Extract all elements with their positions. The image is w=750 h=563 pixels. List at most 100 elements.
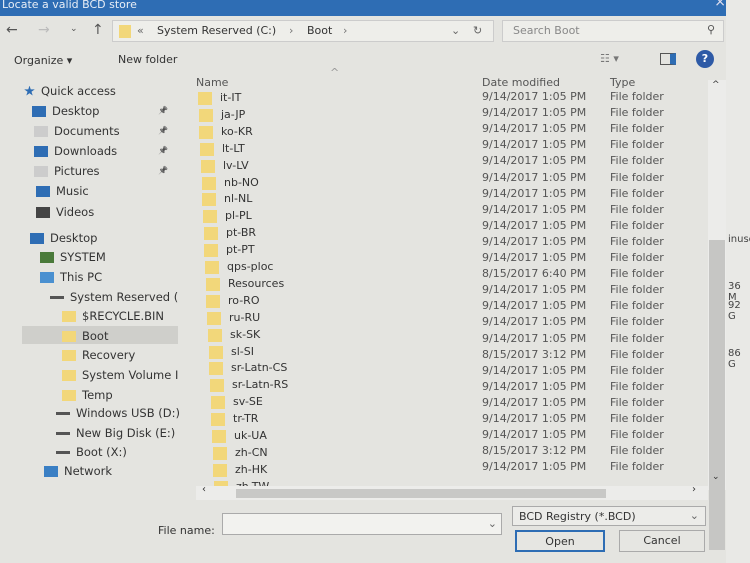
address-bar[interactable]: « System Reserved (C:) › Boot › ⌄ ↻ xyxy=(112,20,494,42)
forward-arrow-icon[interactable]: → xyxy=(38,22,50,38)
sidebar-item[interactable]: SYSTEM xyxy=(40,250,106,264)
sidebar-item[interactable]: Documents xyxy=(34,124,120,138)
overflow-chevron[interactable]: « xyxy=(137,24,144,37)
sidebar-item[interactable]: Desktop xyxy=(32,104,99,118)
file-type: File folder xyxy=(610,428,664,442)
folder-icon xyxy=(201,159,215,173)
scrollbar-thumb[interactable] xyxy=(709,240,725,550)
file-type: File folder xyxy=(610,90,664,103)
pin-icon: 📌 xyxy=(158,106,168,115)
file-type: File folder xyxy=(610,106,664,120)
title-bar: Locate a valid BCD store × xyxy=(0,0,750,16)
sidebar-item[interactable]: Pictures xyxy=(34,164,100,178)
sidebar-item-label: $RECYCLE.BIN xyxy=(82,309,165,323)
vertical-scrollbar[interactable]: ^ ⌄ xyxy=(708,80,726,550)
file-type: File folder xyxy=(610,460,664,474)
file-name: pt-PT xyxy=(226,243,255,257)
sidebar-item[interactable]: Boot (X:) xyxy=(56,445,127,459)
file-date: 9/14/2017 1:05 PM xyxy=(482,363,587,377)
drive-icon xyxy=(56,431,70,435)
close-icon[interactable]: × xyxy=(714,0,726,9)
breadcrumb-boot[interactable]: Boot xyxy=(307,24,332,37)
view-options-icon[interactable]: ☷ ▾ xyxy=(600,52,619,65)
back-arrow-icon[interactable]: ← xyxy=(6,22,18,38)
sidebar-item-label: Music xyxy=(56,184,89,198)
file-name: it-IT xyxy=(220,91,242,104)
sidebar-item[interactable]: Videos xyxy=(36,205,94,219)
file-type: File folder xyxy=(610,186,664,200)
cancel-button[interactable]: Cancel xyxy=(619,530,705,552)
sidebar-item[interactable]: Quick access xyxy=(24,84,116,98)
pin-icon: 📌 xyxy=(158,166,168,175)
column-date-modified[interactable]: Date modified xyxy=(482,76,560,89)
column-type[interactable]: Type xyxy=(610,76,635,89)
recent-chevron-icon[interactable]: ⌄ xyxy=(70,24,78,34)
file-name-input[interactable]: ⌄ xyxy=(222,513,502,535)
folder-icon xyxy=(206,294,220,308)
scroll-down-icon[interactable]: ⌄ xyxy=(712,472,720,482)
file-type-select[interactable]: BCD Registry (*.BCD) ⌄ xyxy=(512,506,706,526)
sidebar-item[interactable]: Temp xyxy=(62,388,113,402)
scroll-right-icon[interactable]: › xyxy=(692,484,696,495)
scroll-up-icon[interactable]: ^ xyxy=(712,80,720,90)
file-name: lv-LV xyxy=(223,158,249,172)
file-date: 9/14/2017 1:05 PM xyxy=(482,315,587,329)
folder-icon xyxy=(204,227,218,241)
sidebar-item[interactable]: System Reserved ( xyxy=(50,290,178,304)
folder-icon xyxy=(200,142,214,156)
search-input[interactable]: Search Boot ⚲ xyxy=(502,20,724,42)
sidebar-item[interactable]: Music xyxy=(36,184,89,198)
folder-icon xyxy=(213,463,227,477)
file-date: 9/14/2017 1:05 PM xyxy=(482,234,587,248)
file-name: Resources xyxy=(228,276,285,290)
sidebar-item[interactable]: Recovery xyxy=(62,348,135,362)
file-type: File folder xyxy=(610,363,664,377)
file-date: 8/15/2017 3:12 PM xyxy=(482,444,587,458)
background-text: 92 G xyxy=(728,300,741,322)
folder-icon xyxy=(206,277,220,291)
file-name: uk-UA xyxy=(234,429,267,442)
refresh-icon[interactable]: ↻ xyxy=(473,24,482,37)
folder-icon xyxy=(199,125,213,139)
sidebar-item[interactable]: System Volume I xyxy=(62,368,178,382)
folder-icon xyxy=(203,210,217,224)
sidebar-item[interactable]: This PC xyxy=(40,270,102,284)
file-name: ro-RO xyxy=(228,293,260,307)
file-name: sr-Latn-CS xyxy=(231,361,288,375)
file-name: sr-Latn-RS xyxy=(232,378,289,392)
open-button[interactable]: Open xyxy=(515,530,605,552)
scrollbar-thumb[interactable] xyxy=(236,489,606,498)
sidebar-item-label: Desktop xyxy=(52,104,100,118)
up-arrow-icon[interactable]: ↑ xyxy=(92,22,104,38)
sidebar-item[interactable]: Downloads xyxy=(34,144,117,158)
horizontal-scrollbar[interactable]: ‹ › xyxy=(196,484,708,500)
breadcrumb-separator[interactable]: › xyxy=(289,24,293,37)
sidebar-item[interactable]: New Big Disk (E:) xyxy=(56,426,175,440)
pc-icon xyxy=(40,271,54,283)
column-name[interactable]: Name xyxy=(196,76,228,89)
sidebar-item[interactable]: Desktop xyxy=(30,231,97,245)
sidebar-item-label: Documents xyxy=(54,124,120,138)
sidebar-item-label: Desktop xyxy=(50,231,98,245)
help-icon[interactable]: ? xyxy=(696,50,714,68)
file-type: File folder xyxy=(610,170,664,184)
sidebar-item-label: Network xyxy=(64,464,113,478)
breadcrumb-system-reserved[interactable]: System Reserved (C:) xyxy=(157,24,276,37)
organize-button[interactable]: Organize ▾ xyxy=(14,54,72,67)
file-date: 9/14/2017 1:05 PM xyxy=(482,412,587,425)
scroll-left-icon[interactable]: ‹ xyxy=(202,484,206,495)
dropdown-chevron-icon[interactable]: ⌄ xyxy=(488,517,497,530)
sidebar-item[interactable]: $RECYCLE.BIN xyxy=(62,309,164,323)
sidebar-item[interactable]: Windows USB (D:) xyxy=(56,406,180,420)
pin-icon: 📌 xyxy=(158,126,168,135)
folder-icon xyxy=(210,379,224,393)
file-date: 9/14/2017 1:05 PM xyxy=(482,154,587,168)
new-folder-button[interactable]: New folder xyxy=(118,53,177,66)
sidebar-item[interactable]: Boot xyxy=(62,329,108,343)
breadcrumb-separator[interactable]: › xyxy=(343,24,347,37)
dropdown-chevron-icon[interactable]: ⌄ xyxy=(451,24,460,37)
folder-icon xyxy=(211,413,225,427)
file-date: 9/14/2017 1:05 PM xyxy=(482,186,587,200)
preview-pane-icon[interactable] xyxy=(660,53,676,65)
sidebar-item[interactable]: Network xyxy=(44,464,112,478)
